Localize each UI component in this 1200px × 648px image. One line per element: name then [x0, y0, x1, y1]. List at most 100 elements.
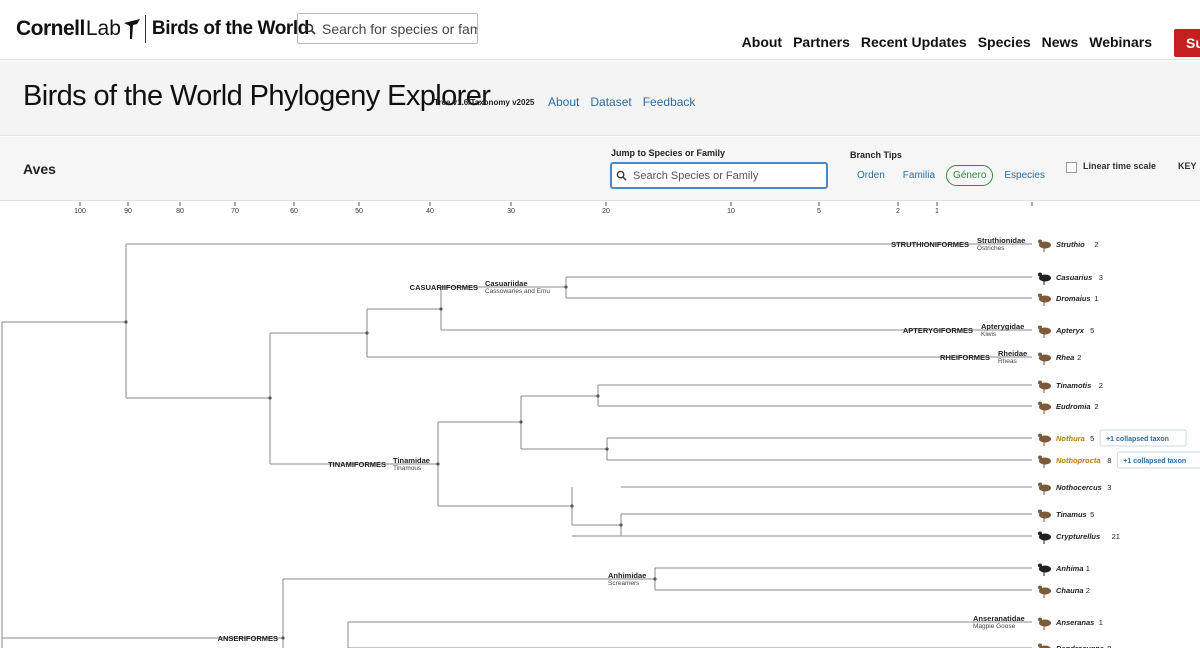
tree-node[interactable] [619, 523, 623, 527]
order-label[interactable]: STRUTHIONIFORMES [891, 240, 969, 249]
logo-cornell-text: Cornell [16, 17, 85, 40]
genus-label[interactable]: Rhea [1056, 353, 1074, 362]
time-tick-label: 20 [602, 208, 610, 215]
bird-head [1038, 643, 1042, 648]
bird-silhouette-icon [1038, 352, 1051, 365]
nav-about[interactable]: About [742, 34, 782, 50]
species-search-input[interactable] [322, 20, 477, 37]
nav-webinars[interactable]: Webinars [1089, 34, 1152, 50]
order-label[interactable]: TINAMIFORMES [328, 460, 386, 469]
family-label[interactable]: Casuariidae [485, 279, 528, 288]
genus-species-count: 2 [1077, 353, 1081, 362]
order-label[interactable]: CASUARIIFORMES [410, 283, 478, 292]
tree-node[interactable] [436, 462, 440, 466]
linear-time-scale-checkbox[interactable] [1066, 162, 1077, 173]
bird-head [1038, 293, 1042, 298]
page-title: Birds of the World Phylogeny Explorer [23, 80, 491, 112]
jump-search-box[interactable] [610, 162, 828, 189]
family-label[interactable]: Anhimidae [608, 571, 646, 580]
bird-head [1038, 482, 1042, 487]
genus-label[interactable]: Nothocercus [1056, 483, 1102, 492]
genus-label[interactable]: Apteryx [1055, 326, 1085, 335]
tree-node[interactable] [564, 285, 568, 289]
branch-tip-familia[interactable]: Familia [896, 165, 942, 186]
bird-head [1038, 617, 1042, 622]
genus-label[interactable]: Anhima [1055, 564, 1084, 573]
genus-label[interactable]: Eudromia [1056, 402, 1091, 411]
genus-label[interactable]: Nothura [1056, 434, 1085, 443]
family-common-name: Cassowaries and Emu [485, 288, 550, 295]
top-navigation-bar: Cornell Lab Birds of the World About Par… [0, 0, 1200, 60]
time-tick-label: 80 [176, 208, 184, 215]
genus-label[interactable]: Anseranas [1055, 618, 1094, 627]
genus-label[interactable]: Nothoprocta [1056, 456, 1101, 465]
phylogeny-tree[interactable]: 100 90 80 70 60 50 40 30 20 10 5 2 1 STRUTHIONIFORME… [0, 202, 1200, 648]
bird-silhouette-icon [1038, 293, 1051, 306]
bird-silhouette-icon [1038, 643, 1051, 648]
collapsed-taxon-label: +1 collapsed taxon [1106, 436, 1169, 443]
bird-head [1038, 325, 1042, 330]
about-link[interactable]: About [548, 95, 579, 109]
family-label[interactable]: Struthionidae [977, 236, 1025, 245]
genus-species-count: 2 [1094, 402, 1098, 411]
jump-to-label: Jump to Species or Family [611, 148, 726, 158]
bird-silhouette-icon [1038, 455, 1051, 468]
genus-label[interactable]: Casuarius [1056, 273, 1092, 282]
nav-news[interactable]: News [1042, 34, 1079, 50]
family-common-name: Magpie Goose [973, 623, 1016, 630]
tree-node[interactable] [281, 636, 285, 640]
genus-label[interactable]: Dendrocygna [1056, 644, 1104, 648]
genus-species-count: 5 [1090, 434, 1094, 443]
time-tick-label: 5 [817, 208, 821, 215]
tree-node[interactable] [605, 447, 609, 451]
time-tick-label: 2 [896, 208, 900, 215]
bird-head [1038, 239, 1042, 244]
tree-node[interactable] [365, 331, 369, 335]
branch-tips-label: Branch Tips [850, 150, 902, 160]
tree-node[interactable] [268, 396, 272, 400]
dataset-link[interactable]: Dataset [590, 95, 631, 109]
nav-species[interactable]: Species [978, 34, 1031, 50]
bird-silhouette-icon [1038, 482, 1051, 495]
key-button[interactable]: KEY [1178, 161, 1197, 171]
order-label[interactable]: ANSERIFORMES [218, 634, 278, 643]
genus-label[interactable]: Dromaius [1056, 294, 1091, 303]
tree-node[interactable] [124, 320, 128, 324]
tree-node[interactable] [519, 420, 523, 424]
genus-label[interactable]: Chauna [1056, 586, 1084, 595]
branch-tips-selector: Orden Familia Género Especies [850, 165, 1052, 186]
nav-recent-updates[interactable]: Recent Updates [861, 34, 967, 50]
genus-label[interactable]: Crypturellus [1056, 532, 1100, 541]
genus-species-count: 5 [1090, 510, 1094, 519]
species-search-box[interactable] [297, 13, 478, 44]
family-label[interactable]: Anseranatidae [973, 614, 1025, 623]
bird-silhouette-icon [1038, 509, 1051, 522]
genus-label[interactable]: Tinamotis [1056, 381, 1091, 390]
cornell-lab-birds-of-the-world-logo[interactable]: Cornell Lab Birds of the World [16, 14, 309, 44]
tree-node[interactable] [570, 504, 574, 508]
order-label[interactable]: APTERYGIFORMES [903, 326, 973, 335]
feedback-link[interactable]: Feedback [643, 95, 696, 109]
family-common-name: Screamers [608, 580, 640, 587]
branch-tip-especies[interactable]: Especies [997, 165, 1052, 186]
family-label[interactable]: Apterygidae [981, 322, 1024, 331]
search-icon [616, 170, 627, 181]
time-tick-label: 50 [355, 208, 363, 215]
genus-label[interactable]: Struthio [1056, 240, 1085, 249]
nav-partners[interactable]: Partners [793, 34, 850, 50]
time-tick-label: 70 [231, 208, 239, 215]
bird-head [1038, 531, 1042, 536]
time-tick-label: 40 [426, 208, 434, 215]
tree-node[interactable] [439, 307, 443, 311]
order-label[interactable]: RHEIFORMES [940, 353, 990, 362]
family-label[interactable]: Rheidae [998, 349, 1027, 358]
family-label[interactable]: Tinamidae [393, 456, 430, 465]
tree-node[interactable] [653, 577, 657, 581]
genus-label[interactable]: Tinamus [1056, 510, 1087, 519]
branch-tip-genero[interactable]: Género [946, 165, 994, 186]
jump-search-input[interactable] [633, 169, 823, 182]
subscribe-button[interactable]: Su [1174, 29, 1200, 57]
bird-silhouette-icon [1038, 531, 1051, 544]
tree-node[interactable] [596, 394, 600, 398]
branch-tip-orden[interactable]: Orden [850, 165, 892, 186]
